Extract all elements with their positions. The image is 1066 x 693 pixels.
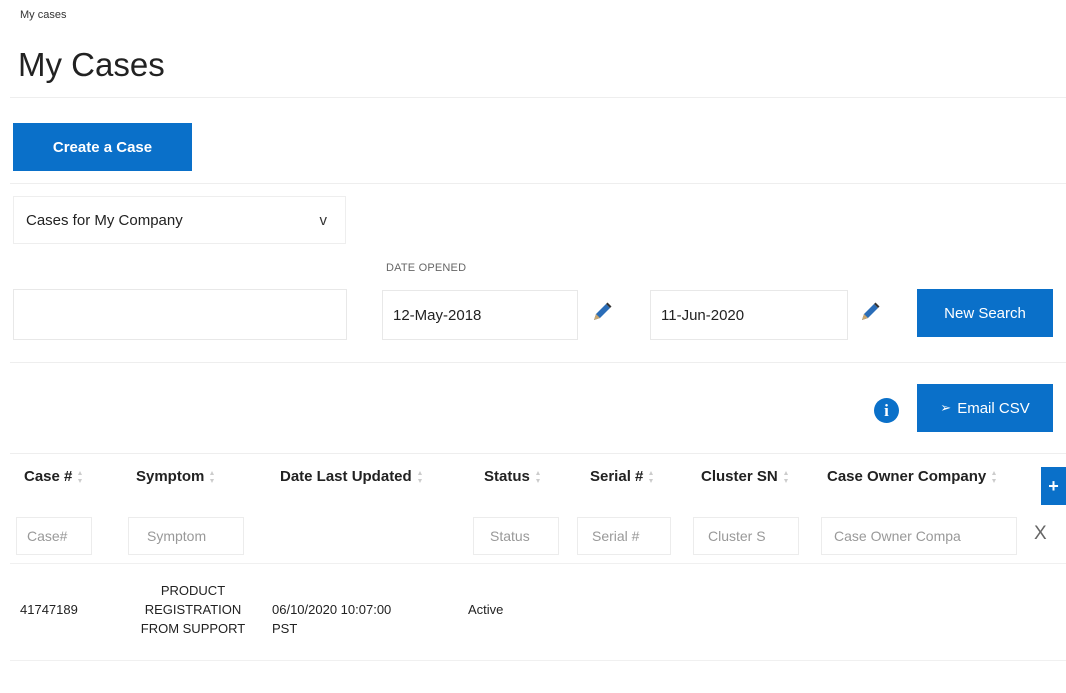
send-icon: ➢ (940, 400, 952, 415)
column-header-cluster-sn[interactable]: Cluster SN (701, 468, 788, 485)
row-divider (10, 563, 1066, 564)
column-header-status[interactable]: Status (484, 468, 540, 485)
date-opened-label: DATE OPENED (386, 262, 467, 274)
chevron-down-icon: v (319, 211, 328, 229)
sort-icon (649, 470, 654, 483)
column-header-case-owner-company[interactable]: Case Owner Company (827, 468, 997, 485)
new-search-button[interactable]: New Search (917, 289, 1053, 337)
serial-no-filter-input[interactable]: Serial # (577, 517, 671, 555)
divider (10, 97, 1066, 98)
date-to-field[interactable]: 11-Jun-2020 (650, 290, 848, 340)
case-no-filter-input[interactable]: Case# (16, 517, 92, 555)
page-title: My Cases (18, 46, 165, 83)
divider (10, 362, 1066, 363)
column-header-symptom[interactable]: Symptom (136, 468, 215, 485)
case-owner-company-filter-input[interactable]: Case Owner Compa (821, 517, 1017, 555)
case-scope-value: Cases for My Company (26, 211, 183, 229)
column-header-case-no[interactable]: Case # (24, 468, 83, 485)
email-csv-button[interactable]: ➢ Email CSV (917, 384, 1053, 432)
create-case-button[interactable]: Create a Case (13, 123, 192, 171)
column-header-serial-no[interactable]: Serial # (590, 468, 654, 485)
breadcrumb[interactable]: My cases (20, 9, 66, 21)
add-column-button[interactable]: + (1041, 467, 1066, 505)
row-divider (10, 660, 1066, 661)
sort-icon (992, 470, 997, 483)
symptom-filter-input[interactable]: Symptom (128, 517, 244, 555)
sort-icon (783, 470, 788, 483)
column-header-date-last-updated[interactable]: Date Last Updated (280, 468, 422, 485)
status-cell: Active (468, 602, 504, 617)
table-top-border (10, 453, 1066, 454)
sort-icon (417, 470, 422, 483)
sort-icon (535, 470, 540, 483)
status-filter-input[interactable]: Status (473, 517, 559, 555)
date-from-field[interactable]: 12-May-2018 (382, 290, 578, 340)
date-last-updated-cell: 06/10/2020 10:07:00 PST (272, 602, 392, 636)
cluster-sn-filter-input[interactable]: Cluster S (693, 517, 799, 555)
pencil-icon[interactable] (858, 300, 882, 324)
symptom-cell: PRODUCT REGISTRATION FROM SUPPORT (140, 583, 246, 636)
sort-icon (210, 470, 215, 483)
info-icon[interactable]: i (874, 398, 899, 423)
case-number-cell[interactable]: 41747189 (20, 600, 78, 619)
clear-filters-button[interactable]: X (1034, 523, 1047, 545)
email-csv-label: Email CSV (957, 399, 1030, 417)
pencil-icon[interactable] (590, 300, 614, 324)
keyword-search-input[interactable] (13, 289, 347, 340)
sort-icon (78, 470, 83, 483)
case-scope-select[interactable]: Cases for My Company v (13, 196, 346, 244)
divider (10, 183, 1066, 184)
